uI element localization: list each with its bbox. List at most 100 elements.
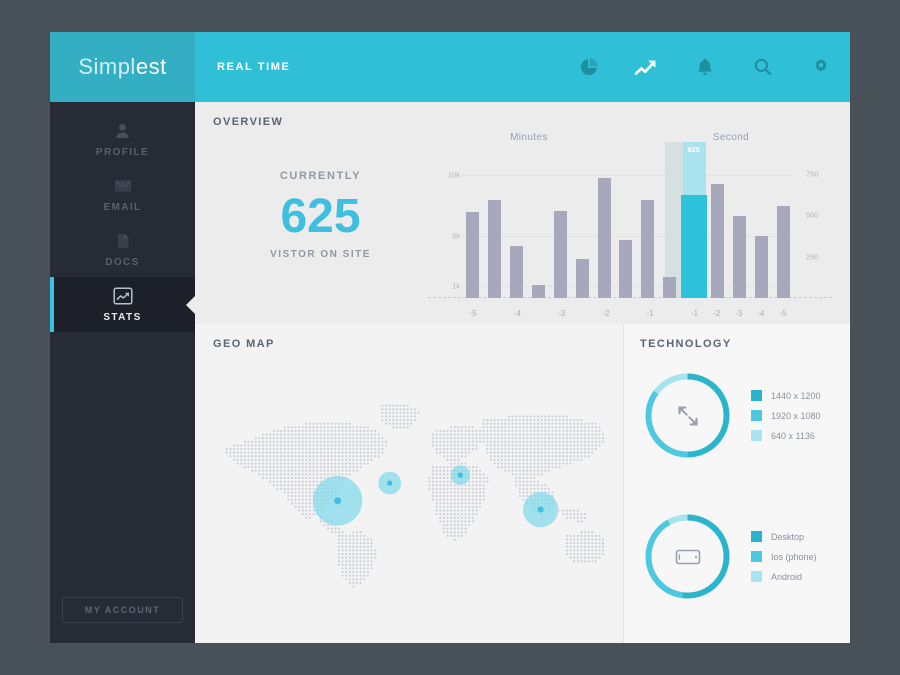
x-tick-label <box>484 309 506 318</box>
bar[interactable] <box>619 239 633 298</box>
bar-slot <box>707 156 729 298</box>
x-tick-label: -3 <box>558 309 566 318</box>
x-tick-label: -2 <box>713 309 721 318</box>
resolution-legend: 1440 x 1200 1920 x 1080 640 x 1136 <box>751 390 821 441</box>
device-chart-row: Desktop Ios (phone) Android <box>640 509 850 604</box>
my-account-button[interactable]: MY ACCOUNT <box>62 597 183 623</box>
bar-slot <box>659 156 681 298</box>
us-east-marker[interactable] <box>387 480 393 486</box>
lower-row: GEO MAP TECHNOLOGY 1440 x 1200 1920 x 10… <box>195 324 850 643</box>
technology-title: TECHNOLOGY <box>640 338 732 350</box>
top-header: Simplest REAL TIME <box>50 32 850 102</box>
legend-swatch <box>751 551 762 562</box>
sidebar-item-label: EMAIL <box>103 202 142 213</box>
bar-slot <box>772 156 794 298</box>
x-tick-label: -4 <box>513 309 521 318</box>
bar[interactable] <box>488 200 502 298</box>
x-tick-label: -1 <box>690 309 699 318</box>
x-tick-label: -1 <box>646 309 654 318</box>
chart-header-minutes: Minutes <box>510 132 548 143</box>
bar[interactable] <box>466 211 480 298</box>
bar[interactable] <box>597 178 611 298</box>
sidebar-item-stats[interactable]: STATS <box>50 277 196 332</box>
bar-slot <box>728 156 750 298</box>
legend-swatch <box>751 410 762 421</box>
overview-panel: OVERVIEW CURRENTLY 625 VISTOR ON SITE Mi… <box>195 102 850 324</box>
legend-label: 1440 x 1200 <box>771 390 821 401</box>
plot-area: 625 <box>428 142 832 298</box>
header-bar: REAL TIME <box>195 32 850 102</box>
legend-swatch <box>751 390 762 401</box>
sidebar-item-profile[interactable]: PROFILE <box>50 112 195 167</box>
header-icon-group <box>560 32 850 102</box>
stat-label-bottom: VISTOR ON SITE <box>270 249 371 261</box>
account-area: MY ACCOUNT <box>50 597 195 643</box>
bar-slot <box>571 156 593 298</box>
legend-label: Desktop <box>771 531 805 542</box>
bar-slot: 625 <box>680 145 707 298</box>
resolution-donut[interactable] <box>640 368 735 463</box>
resize-arrow-icon <box>640 368 735 463</box>
bar[interactable] <box>732 216 746 298</box>
realtime-bar-chart: Minutes Second 10k 5k 1k 750 500 250 625 -5-… <box>428 128 832 324</box>
north-america-marker[interactable] <box>334 497 342 505</box>
sidebar-item-label: DOCS <box>105 257 140 268</box>
world-map[interactable] <box>207 366 613 609</box>
y-tick-left: 5k <box>452 231 460 241</box>
app-body: PROFILE EMAIL DOCS STATS MY ACCOUNT OVER… <box>50 102 850 643</box>
x-tick-label <box>528 309 550 318</box>
legend-item: 1440 x 1200 <box>751 390 821 401</box>
bar[interactable] <box>510 246 524 298</box>
bar[interactable] <box>663 277 677 298</box>
x-tick-label: -3 <box>735 309 743 318</box>
logo-text-light: Simpl <box>78 54 136 79</box>
geo-map-title: GEO MAP <box>213 338 275 350</box>
sidebar-item-label: STATS <box>103 312 142 323</box>
search-icon[interactable] <box>734 32 792 102</box>
bell-icon[interactable] <box>676 32 734 102</box>
bar[interactable] <box>553 210 567 298</box>
bar[interactable] <box>641 200 655 298</box>
bar-slot <box>593 156 615 298</box>
sidebar: PROFILE EMAIL DOCS STATS MY ACCOUNT <box>50 102 196 643</box>
gear-icon[interactable] <box>792 32 850 102</box>
logo[interactable]: Simplest <box>50 32 195 102</box>
asia-marker[interactable] <box>537 506 544 513</box>
chart-stats-icon <box>112 286 133 306</box>
device-donut[interactable] <box>640 509 735 604</box>
sidebar-item-email[interactable]: EMAIL <box>50 167 195 222</box>
legend-item: Android <box>751 571 817 582</box>
x-tick-label <box>661 309 683 318</box>
legend-item: Ios (phone) <box>751 551 817 562</box>
x-tick-label <box>573 309 595 318</box>
europe-marker[interactable] <box>457 472 463 478</box>
bar[interactable] <box>754 236 768 298</box>
bar[interactable] <box>532 285 545 298</box>
technology-panel: TECHNOLOGY 1440 x 1200 1920 x 1080 640 x 1… <box>624 324 850 643</box>
section-title: REAL TIME <box>217 61 291 73</box>
y-tick-right: 250 <box>806 252 819 262</box>
document-icon <box>116 231 130 251</box>
pie-chart-icon[interactable] <box>560 32 618 102</box>
sidebar-nav: PROFILE EMAIL DOCS STATS <box>50 102 196 332</box>
y-tick-left: 10k <box>447 170 460 180</box>
bar[interactable] <box>575 258 589 298</box>
bar-group: 625 <box>462 145 794 298</box>
legend-item: 1920 x 1080 <box>751 410 821 421</box>
sidebar-item-docs[interactable]: DOCS <box>50 222 195 277</box>
x-tick-label <box>617 309 639 318</box>
device-legend: Desktop Ios (phone) Android <box>751 531 817 582</box>
trending-up-icon[interactable] <box>618 32 676 102</box>
bar[interactable] <box>776 206 790 298</box>
content-area: OVERVIEW CURRENTLY 625 VISTOR ON SITE Mi… <box>195 102 850 643</box>
legend-label: Android <box>771 571 803 582</box>
x-tick-label: -4 <box>757 309 765 318</box>
resolution-chart-row: 1440 x 1200 1920 x 1080 640 x 1136 <box>640 368 850 463</box>
legend-swatch <box>751 430 762 441</box>
legend-label: 1920 x 1080 <box>771 410 821 421</box>
bar[interactable] <box>711 184 725 298</box>
x-axis-labels: -5 -4 -3 -2 -1 -1 -2 -3 -4 -5 <box>462 309 794 318</box>
bar[interactable] <box>680 194 707 298</box>
bar-slot <box>506 156 528 298</box>
bar-slot <box>615 156 637 298</box>
